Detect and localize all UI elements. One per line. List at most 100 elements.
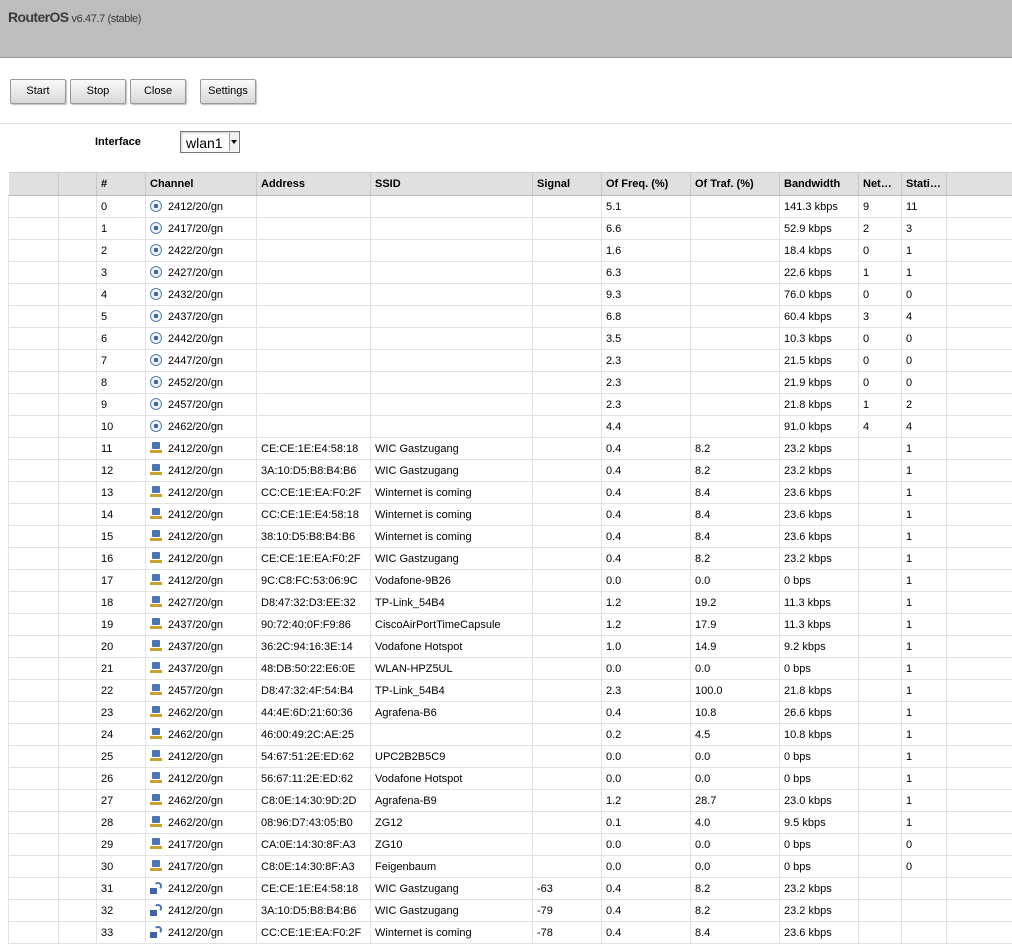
table-row[interactable]: 12 2412/20/gn 3A:10:D5:B8:B4:B6 WIC Gastzug… (8, 459, 1012, 482)
interface-select[interactable]: wlan1 (180, 131, 240, 153)
cell-of-freq-text: 2.3 (606, 684, 622, 697)
cell-number-text: 18 (101, 596, 114, 609)
column-header-bandwidth[interactable]: Bandwidth (779, 172, 859, 196)
table-row[interactable]: 13 2412/20/gn CC:CE:1E:EA:F0:2F Winternet i… (8, 481, 1012, 504)
table-row[interactable]: 22 2457/20/gn D8:47:32:4F:54:B4 TP-Link_54B… (8, 679, 1012, 702)
cell-blank-b (58, 283, 97, 306)
cell-signal (532, 393, 602, 416)
cell-ssid-text: WIC Gastzugang (375, 442, 459, 455)
column-header-stations[interactable]: Stations (901, 172, 947, 196)
cell-of-traf (690, 283, 780, 306)
settings-button[interactable]: Settings (200, 79, 256, 104)
cell-blank-c (946, 459, 1012, 482)
cell-stations-text: 1 (906, 530, 913, 543)
chevron-down-icon[interactable] (229, 133, 238, 151)
cell-channel-text: 2462/20/gn (168, 795, 224, 807)
table-row[interactable]: 29 2417/20/gn CA:0E:14:30:8F:A3 ZG10 0.0 0.0 0… (8, 833, 1012, 856)
table-row[interactable]: 33 2412/20/gn CC:CE:1E:EA:F0:2F Winternet i… (8, 921, 1012, 944)
table-row[interactable]: 14 2412/20/gn CC:CE:1E:E4:58:18 Winternet i… (8, 503, 1012, 526)
cell-blank-c (946, 657, 1012, 680)
cell-stations-text: 1 (906, 728, 913, 741)
column-header-blank-a[interactable] (8, 172, 59, 196)
close-button[interactable]: Close (130, 79, 186, 104)
cell-blank-a (8, 657, 59, 680)
table-row[interactable]: 11 2412/20/gn CE:CE:1E:E4:58:18 WIC Gastzug… (8, 437, 1012, 460)
table-row[interactable]: 20 2437/20/gn 36:2C:94:16:3E:14 Vodafone Ho… (8, 635, 1012, 658)
table-row[interactable]: 6 2442/20/gn 3.5 10.3 kbps 0 0 (8, 327, 1012, 350)
table-row[interactable]: 24 2462/20/gn 46:00:49:2C:AE:25 0.2 4.5 10.8 … (8, 723, 1012, 746)
table-row[interactable]: 7 2447/20/gn 2.3 21.5 kbps 0 0 (8, 349, 1012, 372)
cell-networks-text: 1 (863, 266, 870, 279)
table-row[interactable]: 10 2462/20/gn 4.4 91.0 kbps 4 4 (8, 415, 1012, 438)
column-header-blank-c[interactable] (946, 172, 1012, 196)
column-header-number[interactable]: # (96, 172, 146, 196)
table-row[interactable]: 28 2462/20/gn 08:96:D7:43:05:B0 ZG12 0.1 4.0 9… (8, 811, 1012, 834)
cell-number: 4 (96, 283, 146, 306)
cell-blank-a (8, 789, 59, 812)
cell-of-traf: 8.2 (690, 459, 780, 482)
cell-of-freq: 0.0 (601, 767, 691, 790)
cell-bandwidth-text: 0 bps (784, 772, 811, 785)
cell-number: 17 (96, 569, 146, 592)
cell-ssid-text: Feigenbaum (375, 860, 437, 873)
column-header-address[interactable]: Address (256, 172, 371, 196)
cell-blank-c (946, 855, 1012, 878)
table-row[interactable]: 8 2452/20/gn 2.3 21.9 kbps 0 0 (8, 371, 1012, 394)
cell-blank-b (58, 921, 97, 944)
table-row[interactable]: 21 2437/20/gn 48:DB:50:22:E6:0E WLAN-HPZ5UL… (8, 657, 1012, 680)
table-row[interactable]: 2 2422/20/gn 1.6 18.4 kbps 0 1 (8, 239, 1012, 262)
cell-of-traf: 0.0 (690, 833, 780, 856)
cell-blank-b (58, 767, 97, 790)
table-row[interactable]: 1 2417/20/gn 6.6 52.9 kbps 2 3 (8, 217, 1012, 240)
cell-of-freq: 6.8 (601, 305, 691, 328)
table-row[interactable]: 0 2412/20/gn 5.1 141.3 kbps 9 11 (8, 195, 1012, 218)
table-row[interactable]: 32 2412/20/gn 3A:10:D5:B8:B4:B6 WIC Gastzug… (8, 899, 1012, 922)
cell-blank-a (8, 613, 59, 636)
table-row[interactable]: 18 2427/20/gn D8:47:32:D3:EE:32 TP-Link_54B… (8, 591, 1012, 614)
table-row[interactable]: 27 2462/20/gn C8:0E:14:30:9D:2D Agrafena-B9… (8, 789, 1012, 812)
column-header-signal[interactable]: Signal (532, 172, 602, 196)
table-row[interactable]: 31 2412/20/gn CE:CE:1E:E4:58:18 WIC Gastzug… (8, 877, 1012, 900)
cell-networks: 0 (858, 239, 902, 262)
cell-channel-text: 2422/20/gn (168, 245, 224, 257)
column-header-of-traf[interactable]: Of Traf. (%) (690, 172, 780, 196)
scan-table: # Channel Address SSID Signal Of Freq. (%) Of … (8, 172, 1012, 944)
cell-ssid: CiscoAirPortTimeCapsule (370, 613, 533, 636)
table-row[interactable]: 5 2437/20/gn 6.8 60.4 kbps 3 4 (8, 305, 1012, 328)
cell-of-freq-text: 6.6 (606, 222, 622, 235)
cell-number-text: 30 (101, 860, 114, 873)
cell-number-text: 14 (101, 508, 114, 521)
table-row[interactable]: 26 2412/20/gn 56:67:11:2E:ED:62 Vodafone Ho… (8, 767, 1012, 790)
interface-row: Interface wlan1 (0, 125, 1012, 170)
column-header-ssid[interactable]: SSID (370, 172, 533, 196)
column-header-networks[interactable]: Networks (858, 172, 902, 196)
table-row[interactable]: 4 2432/20/gn 9.3 76.0 kbps 0 0 (8, 283, 1012, 306)
stop-button[interactable]: Stop (70, 79, 126, 104)
table-row[interactable]: 16 2412/20/gn CE:CE:1E:EA:F0:2F WIC Gastzug… (8, 547, 1012, 570)
cell-stations (901, 877, 947, 900)
table-row[interactable]: 17 2412/20/gn 9C:C8:FC:53:06:9C Vodafone-9B… (8, 569, 1012, 592)
column-header-channel[interactable]: Channel (145, 172, 257, 196)
cell-of-freq: 0.4 (601, 877, 691, 900)
table-row[interactable]: 3 2427/20/gn 6.3 22.6 kbps 1 1 (8, 261, 1012, 284)
cell-number-text: 13 (101, 486, 114, 499)
table-row[interactable]: 30 2417/20/gn C8:0E:14:30:8F:A3 Feigenbaum 0… (8, 855, 1012, 878)
cell-signal (532, 283, 602, 306)
cell-networks: 0 (858, 327, 902, 350)
cell-ssid (370, 261, 533, 284)
start-button[interactable]: Start (10, 79, 66, 104)
column-header-of-freq[interactable]: Of Freq. (%) (601, 172, 691, 196)
cell-channel: 2437/20/gn (145, 613, 257, 636)
table-row[interactable]: 19 2437/20/gn 90:72:40:0F:F9:86 CiscoAirPor… (8, 613, 1012, 636)
column-header-blank-b[interactable] (58, 172, 97, 196)
cell-address-text: CA:0E:14:30:8F:A3 (261, 838, 356, 851)
channel-icon (150, 266, 162, 278)
cell-networks: 0 (858, 283, 902, 306)
table-row[interactable]: 15 2412/20/gn 38:10:D5:B8:B4:B6 Winternet i… (8, 525, 1012, 548)
table-row[interactable]: 9 2457/20/gn 2.3 21.8 kbps 1 2 (8, 393, 1012, 416)
cell-blank-b (58, 261, 97, 284)
table-row[interactable]: 23 2462/20/gn 44:4E:6D:21:60:36 Agrafena-B6… (8, 701, 1012, 724)
table-row[interactable]: 25 2412/20/gn 54:67:51:2E:ED:62 UPC2B2B5C9 0… (8, 745, 1012, 768)
cell-bandwidth: 23.2 kbps (779, 437, 859, 460)
cell-networks (858, 437, 902, 460)
